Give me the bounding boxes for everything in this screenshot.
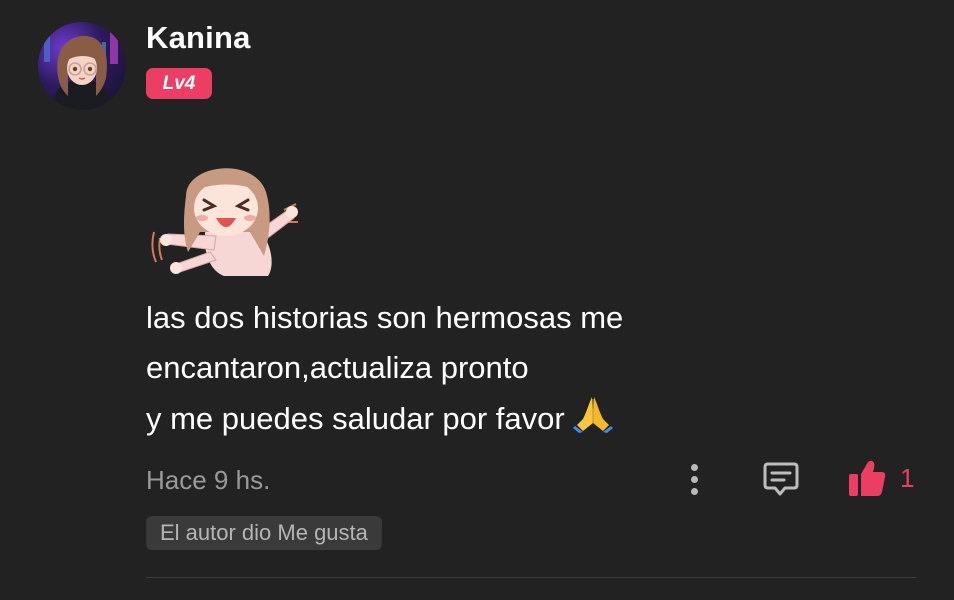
comment-divider bbox=[146, 577, 916, 578]
more-options-button[interactable] bbox=[680, 458, 708, 500]
comment-line-with-emoji: y me puedes saludar por favor bbox=[146, 393, 846, 448]
more-vertical-icon-dot bbox=[690, 475, 698, 483]
comment-icon bbox=[763, 462, 799, 496]
user-avatar-icon bbox=[44, 30, 118, 110]
comment-timestamp: Hace 9 hs. bbox=[146, 465, 271, 495]
level-badge: Lv4 bbox=[146, 68, 212, 99]
more-vertical-icon bbox=[690, 463, 698, 471]
comment-line: encantaron,actualiza pronto bbox=[146, 350, 529, 385]
reply-button[interactable] bbox=[760, 458, 802, 500]
thumbs-up-icon bbox=[849, 460, 886, 496]
like-count: 1 bbox=[900, 462, 915, 493]
praying-hands-icon bbox=[572, 393, 613, 448]
username[interactable]: Kanina bbox=[146, 20, 251, 56]
comment-line: las dos historias son hermosas me bbox=[146, 300, 624, 335]
chibi-sticker bbox=[146, 152, 306, 282]
chibi-sticker-icon bbox=[151, 168, 298, 276]
comment-line: y me puedes saludar por favor bbox=[146, 401, 565, 436]
comment-text: las dos historias son hermosas me encant… bbox=[146, 293, 846, 448]
user-avatar[interactable] bbox=[38, 22, 126, 110]
more-vertical-icon-dot bbox=[690, 487, 698, 495]
author-liked-badge: El autor dio Me gusta bbox=[146, 516, 382, 550]
like-button[interactable]: 1 bbox=[846, 455, 914, 501]
